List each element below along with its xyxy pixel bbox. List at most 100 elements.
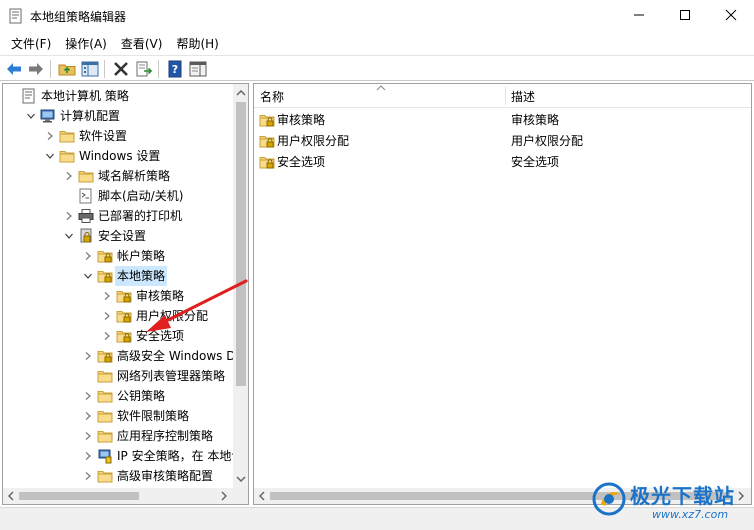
ip-security-icon [98,449,112,464]
locked-folder-icon [259,115,275,127]
tree-item[interactable]: 本地策略 [3,266,235,286]
show-hide-tree-button[interactable] [80,59,100,79]
tree-horizontal-scroll-thumb[interactable] [19,492,139,500]
help-button[interactable]: ? [165,59,185,79]
chevron-down-icon[interactable] [64,231,74,241]
folder-icon [97,371,113,383]
show-action-pane-button[interactable] [188,59,208,79]
tree-item[interactable]: 审核策略 [3,286,235,306]
chevron-right-icon[interactable] [83,411,93,421]
chevron-right-icon[interactable] [102,311,112,321]
list-item[interactable]: 用户权限分配 用户权限分配 [254,131,751,151]
chevron-down-icon[interactable] [26,111,36,121]
list-item[interactable]: 审核策略 审核策略 [254,110,751,130]
chevron-right-icon[interactable] [45,131,55,141]
list-item-description: 安全选项 [511,155,560,169]
scroll-up-icon[interactable] [236,88,246,98]
export-list-icon [136,61,153,77]
chevron-right-icon[interactable] [83,251,93,261]
tree-item[interactable]: 安全选项 [3,326,235,346]
menu-help[interactable]: 帮助(H) [169,33,225,54]
tree-item[interactable]: 高级安全 Windows Def [3,346,247,366]
minimize-icon [634,14,644,16]
export-list-button[interactable] [134,59,154,79]
tree-item-label: 应用程序控制策略 [117,429,214,443]
chevron-right-icon[interactable] [83,391,93,401]
computer-icon [40,109,55,123]
tree-item[interactable]: Windows 设置 [3,146,235,166]
minimize-button[interactable] [616,0,662,30]
tree-item[interactable]: 应用程序控制策略 [3,426,235,446]
tree-item[interactable]: 本地计算机 策略 [3,86,235,106]
list-item[interactable]: 安全选项 安全选项 [254,152,751,172]
folder-icon [59,131,75,143]
tree-item-label: 帐户策略 [117,249,166,263]
list-item-description: 用户权限分配 [511,134,584,148]
back-button[interactable] [4,59,24,79]
tree-horizontal-scrollbar[interactable] [3,488,248,504]
delete-x-icon [114,62,128,76]
folder-icon [59,151,75,163]
tree-item[interactable]: 网络列表管理器策略 [3,366,235,386]
tree-item[interactable]: 安全设置 [3,226,235,246]
chevron-right-icon[interactable] [83,471,93,481]
chevron-down-icon[interactable] [83,271,93,281]
console-tree-icon [81,61,99,77]
maximize-button[interactable] [662,0,708,30]
scroll-left-icon[interactable] [257,491,267,501]
folder-icon [97,471,113,483]
tree-item[interactable]: 公钥策略 [3,386,235,406]
chevron-right-icon[interactable] [83,351,93,361]
forward-arrow-icon [29,63,43,75]
tree-item-label: 计算机配置 [60,109,121,123]
chevron-right-icon[interactable] [102,331,112,341]
tree-item[interactable]: 软件设置 [3,126,235,146]
menu-view[interactable]: 查看(V) [114,33,170,54]
tree-item[interactable]: 用户权限分配 [3,306,235,326]
delete-button[interactable] [111,59,131,79]
folder-up-icon [58,64,76,76]
title-bar: 本地组策略编辑器 [0,0,754,32]
scroll-left-icon[interactable] [6,491,16,501]
chevron-right-icon[interactable] [102,291,112,301]
column-header-description[interactable]: 描述 [505,84,751,108]
chevron-right-icon[interactable] [64,171,74,181]
tree-item[interactable]: 域名解析策略 [3,166,235,186]
tree-item[interactable]: 高级审核策略配置 [3,466,235,486]
menu-action[interactable]: 操作(A) [58,33,114,54]
scroll-right-icon[interactable] [219,491,229,501]
tree-item-label: 已部署的打印机 [98,209,183,223]
tree-item-label: 脚本(启动/关机) [98,189,184,203]
locked-folder-icon [97,251,113,263]
up-level-button[interactable] [57,59,77,79]
tree-item[interactable]: 脚本(启动/关机) [3,186,235,206]
forward-button[interactable] [26,59,46,79]
tree-item-label: 安全选项 [136,329,185,343]
scroll-down-icon[interactable] [236,474,246,484]
console-tree-pane[interactable]: 本地计算机 策略计算机配置软件设置 Windows 设置 域名解析策略脚本(启动/关… [2,83,249,505]
chevron-down-icon[interactable] [45,151,55,161]
tree-item[interactable]: 计算机配置 [3,106,235,126]
locked-folder-icon [116,291,132,303]
tree-vertical-scrollbar[interactable] [233,84,248,488]
list-item-description: 审核策略 [511,113,560,127]
chevron-right-icon[interactable] [83,431,93,441]
chevron-right-icon[interactable] [83,451,93,461]
tree-item[interactable]: 已部署的打印机 [3,206,235,226]
details-pane[interactable]: 名称 描述 审核策略 审核策略 用户权限分配 用户权限分配 安全选项 安全选项 [253,83,752,505]
tree-vertical-scroll-thumb[interactable] [236,102,246,386]
tree-item[interactable]: IP 安全策略，在 本地计 [3,446,243,466]
tree-item[interactable]: 帐户策略 [3,246,235,266]
menu-file[interactable]: 文件(F) [4,33,58,54]
close-icon [725,9,737,21]
tree-item-label: 本地策略 [115,266,168,286]
tree-item[interactable]: 软件限制策略 [3,406,235,426]
locked-folder-icon [259,157,275,169]
locked-folder-icon [259,136,275,148]
toolbar: ? [0,55,754,81]
close-button[interactable] [708,0,754,30]
menu-bar: 文件(F) 操作(A) 查看(V) 帮助(H) [0,32,754,54]
chevron-right-icon[interactable] [64,211,74,221]
tree-item-label: 软件限制策略 [117,409,190,423]
list-item-name: 用户权限分配 [277,134,350,148]
